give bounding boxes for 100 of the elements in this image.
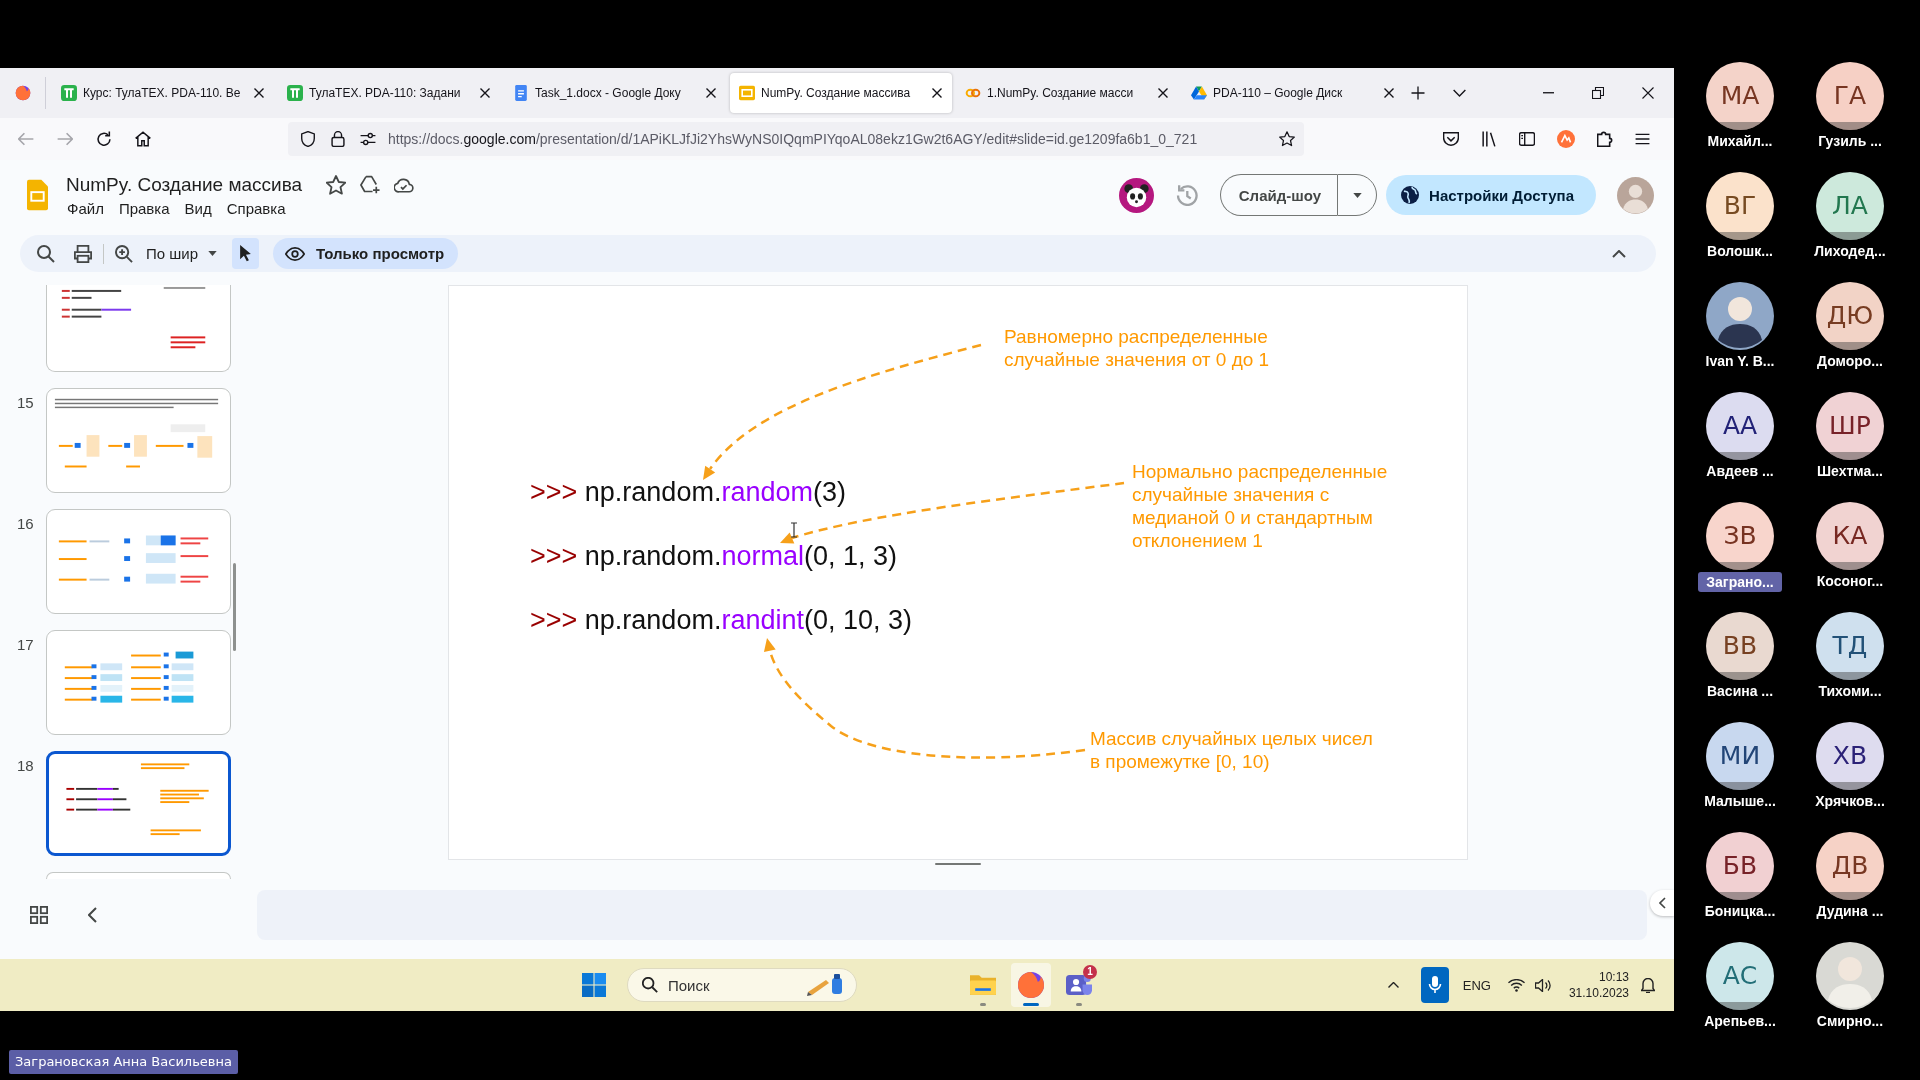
slide-number: 16 (17, 515, 34, 533)
slide-thumbnail[interactable] (46, 630, 231, 735)
scrollbar-thumb[interactable] (233, 563, 236, 651)
reload-icon (96, 131, 112, 147)
view-only-button[interactable]: Только просмотр (273, 238, 459, 269)
chevron-up-icon[interactable] (1387, 982, 1399, 988)
zoom-dropdown[interactable]: По шир (146, 239, 218, 268)
collapse-panel-button[interactable] (1650, 890, 1674, 916)
plus-icon (1411, 86, 1425, 100)
share-button[interactable]: Настройки Доступа (1386, 175, 1596, 215)
participant-name: Боницка... (1703, 902, 1777, 920)
restore-icon (1592, 87, 1604, 99)
menu-item[interactable]: Файл (66, 199, 105, 218)
person-silhouette-icon[interactable] (1816, 942, 1884, 1010)
chevron-up-icon[interactable] (1612, 249, 1626, 258)
clock-date[interactable]: 31.10.2023 (1568, 985, 1629, 1001)
language-indicator[interactable]: ENG (1462, 977, 1491, 993)
participant-avatar[interactable]: ДЮ (1816, 282, 1884, 350)
sidebar-icon[interactable] (1519, 131, 1535, 147)
annotation-text: Массив случайных целых чисел в промежутке [0, 10) (1090, 727, 1373, 773)
panda-icon[interactable] (1118, 177, 1154, 213)
browser-tab[interactable]: Task_1.docx - Google Доку (504, 73, 726, 113)
star-icon[interactable] (326, 175, 347, 195)
participant-avatar[interactable]: МИ (1706, 722, 1774, 790)
participant-avatar[interactable]: АА (1706, 392, 1774, 460)
taskbar-button[interactable]: 1 (1059, 963, 1099, 1007)
participant-avatar[interactable]: МА (1706, 62, 1774, 130)
document-icon (513, 85, 529, 101)
participant-name: Волошк... (1706, 242, 1774, 260)
slide-thumbnail[interactable] (46, 285, 231, 372)
document-title[interactable]: NumPy. Создание массива (66, 174, 303, 196)
participant-avatar[interactable]: ДВ (1816, 832, 1884, 900)
participant-avatar[interactable]: ГА (1816, 62, 1884, 130)
microphone-icon[interactable] (1420, 967, 1449, 1003)
code-line: >>> np.random.normal(0, 1, 3) (530, 540, 898, 572)
browser-tab[interactable]: ТулаТЕХ. PDA-110: Задани (278, 73, 500, 113)
presenter-name-label: Заграновская Анна Васильевна (9, 1050, 238, 1074)
chevron-left-icon (1658, 897, 1666, 909)
select-tool-button[interactable] (232, 238, 260, 269)
caret-icon (208, 251, 218, 256)
lock-icon[interactable] (330, 131, 346, 147)
close-icon[interactable] (932, 88, 942, 98)
slide-thumbnail[interactable] (46, 872, 231, 879)
extension-logo-icon[interactable] (1557, 130, 1575, 148)
slide-thumbnail[interactable] (46, 509, 231, 614)
menu-item[interactable]: Правка (117, 199, 171, 218)
star-icon[interactable] (1279, 131, 1295, 147)
participant-avatar[interactable]: АС (1706, 942, 1774, 1010)
puzzle-icon[interactable] (1597, 131, 1613, 147)
permissions-icon[interactable] (360, 131, 376, 147)
participant-avatar[interactable]: КА (1816, 502, 1884, 570)
participant-avatar[interactable]: ЛА (1816, 172, 1884, 240)
participant-avatar[interactable]: ВВ (1706, 612, 1774, 680)
participant-avatar[interactable]: ВГ (1706, 172, 1774, 240)
zoom-in-icon[interactable] (115, 244, 133, 263)
close-icon[interactable] (706, 88, 716, 98)
print-icon[interactable] (74, 244, 92, 263)
participant-avatar[interactable]: ТД (1816, 612, 1884, 680)
menu-item[interactable]: Вид (183, 199, 213, 218)
firefox-icon[interactable] (14, 85, 31, 101)
volume-icon[interactable] (1534, 978, 1551, 992)
search-icon[interactable] (37, 244, 55, 263)
slide-thumbnail[interactable] (46, 751, 231, 856)
close-icon[interactable] (1158, 88, 1168, 98)
browser-tab[interactable]: Курс: ТулаТЕХ. PDA-110. Ве (52, 73, 274, 113)
menu-item[interactable]: Справка (225, 199, 287, 218)
grid-icon[interactable] (30, 906, 48, 924)
search-field[interactable]: Поиск (627, 968, 857, 1002)
pocket-icon[interactable] (1443, 131, 1459, 147)
address-field[interactable]: https://docs.google.com/presentation/d/1APiKLJfJi2YhsWyNS0IQqmPIYqoAL08ekz1Gw2t6AGY/edit#slide=id.ge1209fa6b1_0_721 (288, 122, 1304, 156)
text-cursor-icon (790, 522, 798, 538)
participant-avatar[interactable]: ЗВ (1706, 502, 1774, 570)
close-icon[interactable] (254, 88, 264, 98)
minimize-icon (1542, 92, 1554, 94)
chevron-left-icon[interactable] (88, 907, 97, 923)
wifi-icon[interactable] (1507, 978, 1525, 992)
participant-avatar[interactable]: БВ (1706, 832, 1774, 900)
person-silhouette-icon[interactable] (1706, 282, 1774, 350)
participant-name: Шехтма... (1816, 462, 1884, 480)
back-arrow-icon (18, 131, 34, 147)
chevron-down-icon (1452, 89, 1466, 97)
browser-tab[interactable]: PDA-110 – Google Диск (1182, 73, 1404, 113)
resize-handle[interactable] (935, 863, 981, 865)
library-icon[interactable] (1481, 131, 1497, 147)
participant-name: Дудина ... (1815, 902, 1885, 920)
close-icon[interactable] (1384, 88, 1394, 98)
participant-avatar[interactable]: ШР (1816, 392, 1884, 460)
cursor-icon (240, 245, 252, 262)
participant-avatar[interactable]: ХВ (1816, 722, 1884, 790)
clock-time[interactable]: 10:13 (1598, 969, 1629, 985)
windows-logo-icon (582, 973, 606, 997)
browser-tab[interactable]: 1.NumPy. Создание масси (956, 73, 1178, 113)
browser-tab[interactable]: NumPy. Создание массива (730, 73, 952, 113)
taskbar-button[interactable] (1011, 963, 1051, 1007)
close-icon[interactable] (480, 88, 490, 98)
menu-icon[interactable] (1635, 133, 1650, 145)
slide-thumbnail[interactable] (46, 388, 231, 493)
shield-icon[interactable] (300, 131, 316, 147)
triangle-plus-icon[interactable] (360, 175, 381, 195)
bell-icon[interactable] (1641, 977, 1655, 993)
